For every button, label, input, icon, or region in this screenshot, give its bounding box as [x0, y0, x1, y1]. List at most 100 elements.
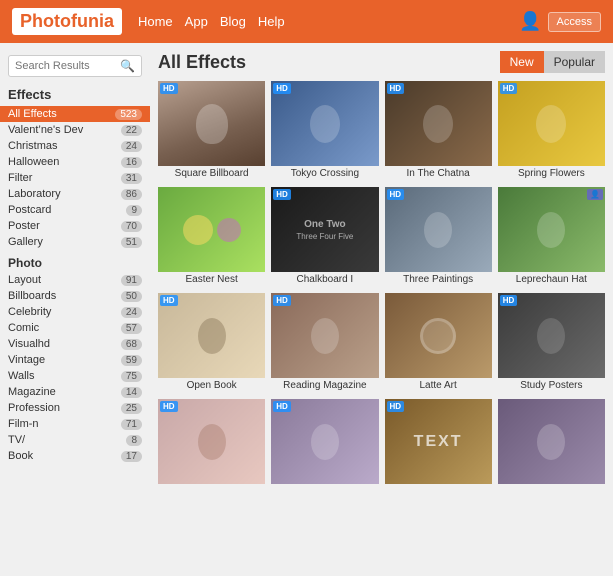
- sidebar-item-count: 75: [121, 371, 142, 382]
- effect-thumbnail: [498, 399, 605, 484]
- effect-label: [271, 484, 378, 488]
- sidebar-item-label: All Effects: [8, 108, 57, 120]
- sidebar-item-postcard[interactable]: Postcard 9: [0, 202, 150, 218]
- sidebar-item-label: Visualhd: [8, 338, 50, 350]
- nav-home[interactable]: Home: [138, 14, 173, 29]
- effect-card-row4-2[interactable]: HD: [271, 399, 378, 488]
- logo[interactable]: Photofunia: [12, 8, 122, 35]
- content-header: All Effects New Popular: [158, 51, 605, 73]
- sidebar-item-count: 24: [121, 307, 142, 318]
- photo-section-header: Photo: [0, 252, 150, 272]
- sidebar-item-comic[interactable]: Comic 57: [0, 320, 150, 336]
- sidebar-item-all-effects[interactable]: All Effects 523: [0, 106, 150, 122]
- sidebar-item-label: Book: [8, 450, 33, 462]
- sidebar-item-laboratory[interactable]: Laboratory 86: [0, 186, 150, 202]
- sidebar-item-layout[interactable]: Layout 91: [0, 272, 150, 288]
- tab-new[interactable]: New: [500, 51, 544, 73]
- sidebar-item-gallery[interactable]: Gallery 51: [0, 234, 150, 250]
- sidebar-item-halloween[interactable]: Halloween 16: [0, 154, 150, 170]
- sidebar-item-poster[interactable]: Poster 70: [0, 218, 150, 234]
- effect-label: Square Billboard: [158, 166, 265, 181]
- sidebar-item-count: 50: [121, 291, 142, 302]
- nav-blog[interactable]: Blog: [220, 14, 246, 29]
- effect-label: Tokyo Crossing: [271, 166, 378, 181]
- sidebar-item-walls[interactable]: Walls 75: [0, 368, 150, 384]
- access-button[interactable]: Access: [548, 12, 601, 32]
- effect-thumbnail: [158, 187, 265, 272]
- sidebar-item-book[interactable]: Book 17: [0, 448, 150, 464]
- tab-popular[interactable]: Popular: [544, 51, 605, 73]
- effect-card-chat[interactable]: HD In The Chatna: [385, 81, 492, 181]
- sidebar-item-count: 70: [121, 221, 142, 232]
- nav: Home App Blog Help: [138, 14, 285, 29]
- sidebar-item-label: Layout: [8, 274, 41, 286]
- effect-card-row4-3[interactable]: TEXT HD: [385, 399, 492, 488]
- sidebar-item-profession[interactable]: Profession 25: [0, 400, 150, 416]
- nav-app[interactable]: App: [185, 14, 208, 29]
- effect-card-row4-1[interactable]: HD: [158, 399, 265, 488]
- effect-card-leprechaun[interactable]: 👤 Leprechaun Hat: [498, 187, 605, 287]
- effect-card-book[interactable]: HD Open Book: [158, 293, 265, 393]
- sidebar-item-valentines[interactable]: Valent’ne's Dev 22: [0, 122, 150, 138]
- search-icon[interactable]: 🔍: [120, 59, 135, 73]
- effect-card-latte[interactable]: Latte Art: [385, 293, 492, 393]
- sidebar-item-count: 24: [121, 141, 142, 152]
- effect-label: Easter Nest: [158, 272, 265, 287]
- effect-label: Three Paintings: [385, 272, 492, 287]
- effect-label: Reading Magazine: [271, 378, 378, 393]
- effect-label: [385, 484, 492, 488]
- effects-grid: HD Square Billboard HD Tokyo Crossing HD…: [158, 81, 605, 488]
- effect-label: Open Book: [158, 378, 265, 393]
- content: All Effects New Popular HD Square Billbo…: [150, 43, 613, 496]
- nav-help[interactable]: Help: [258, 14, 285, 29]
- sidebar-item-label: Vintage: [8, 354, 45, 366]
- sidebar-item-celebrity[interactable]: Celebrity 24: [0, 304, 150, 320]
- sidebar-item-filter[interactable]: Filter 31: [0, 170, 150, 186]
- sidebar-item-vintage[interactable]: Vintage 59: [0, 352, 150, 368]
- header: Photofunia Home App Blog Help 👤 Access: [0, 0, 613, 43]
- hd-badge: HD: [160, 401, 178, 412]
- sidebar-item-label: Gallery: [8, 236, 43, 248]
- sidebar-item-label: TV/: [8, 434, 25, 446]
- sidebar-item-count: 31: [121, 173, 142, 184]
- pro-badge: 👤: [587, 189, 603, 200]
- main-layout: 🔍 Effects All Effects 523 Valent’ne's De…: [0, 43, 613, 496]
- sidebar-item-film[interactable]: Film-n 71: [0, 416, 150, 432]
- hd-badge: HD: [273, 401, 291, 412]
- effect-label: Spring Flowers: [498, 166, 605, 181]
- sidebar-item-count: 523: [115, 109, 142, 120]
- sidebar-item-count: 51: [121, 237, 142, 248]
- sidebar-item-count: 59: [121, 355, 142, 366]
- sidebar-item-billboards[interactable]: Billboards 50: [0, 288, 150, 304]
- effect-card-study[interactable]: HD Study Posters: [498, 293, 605, 393]
- search-input[interactable]: [15, 60, 120, 72]
- sidebar: 🔍 Effects All Effects 523 Valent’ne's De…: [0, 43, 150, 496]
- effect-card-chalk[interactable]: One Two Three Four Five HD Chalkboard I: [271, 187, 378, 287]
- sidebar-item-count: 9: [126, 205, 142, 216]
- sidebar-item-tv[interactable]: TV/ 8: [0, 432, 150, 448]
- sidebar-item-magazine[interactable]: Magazine 14: [0, 384, 150, 400]
- hd-badge: HD: [273, 83, 291, 94]
- sidebar-item-count: 91: [121, 275, 142, 286]
- sidebar-item-count: 86: [121, 189, 142, 200]
- hd-badge: HD: [500, 83, 518, 94]
- effect-label: [158, 484, 265, 488]
- search-box[interactable]: 🔍: [8, 55, 142, 77]
- effect-card-magazine[interactable]: HD Reading Magazine: [271, 293, 378, 393]
- sidebar-item-count: 8: [126, 435, 142, 446]
- effect-card-paintings[interactable]: HD Three Paintings: [385, 187, 492, 287]
- effect-card-square-billboard[interactable]: HD Square Billboard: [158, 81, 265, 181]
- hd-badge: HD: [273, 189, 291, 200]
- effect-card-row4-4[interactable]: [498, 399, 605, 488]
- effect-card-easter[interactable]: Easter Nest: [158, 187, 265, 287]
- sidebar-item-christmas[interactable]: Christmas 24: [0, 138, 150, 154]
- effect-card-tokyo[interactable]: HD Tokyo Crossing: [271, 81, 378, 181]
- sidebar-item-label: Profession: [8, 402, 60, 414]
- sidebar-item-count: 25: [121, 403, 142, 414]
- sidebar-item-visualhd[interactable]: Visualhd 68: [0, 336, 150, 352]
- sidebar-item-label: Christmas: [8, 140, 58, 152]
- effect-card-flowers[interactable]: HD Spring Flowers: [498, 81, 605, 181]
- hd-badge: HD: [273, 295, 291, 306]
- effect-label: Latte Art: [385, 378, 492, 393]
- sidebar-item-label: Walls: [8, 370, 34, 382]
